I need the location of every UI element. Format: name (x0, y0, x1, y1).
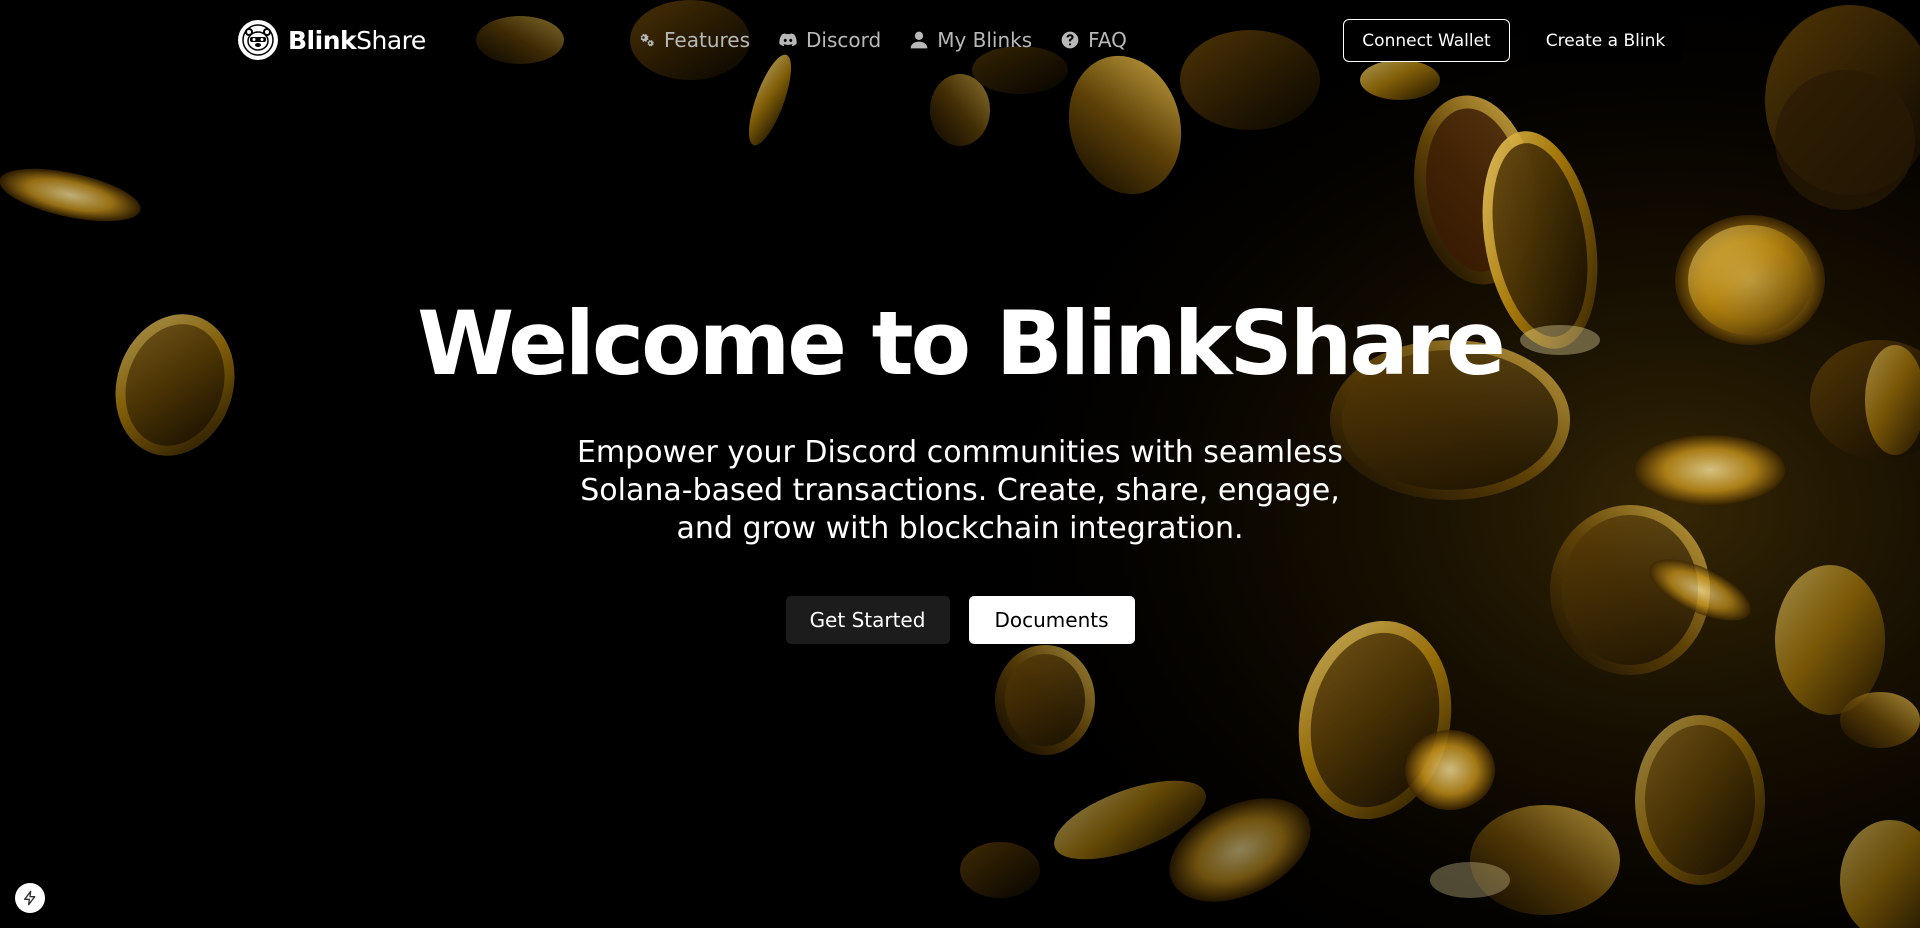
nav-item-features[interactable]: Features (636, 28, 750, 52)
nav-links: Features Discord My Blinks FAQ (636, 24, 1127, 56)
gears-icon (640, 33, 654, 47)
navbar: BlinkShare Features Discord My Blinks FA… (0, 0, 1920, 80)
hero-subtitle: Empower your Discord communities with se… (576, 435, 1344, 546)
brand-name-regular: Share (356, 25, 426, 55)
nav-item-label: FAQ (1088, 28, 1127, 52)
nav-item-label: Features (664, 28, 750, 52)
nav-item-my-blinks[interactable]: My Blinks (909, 28, 1032, 52)
hero-section: Welcome to BlinkShare Empower your Disco… (0, 300, 1920, 644)
create-blink-button[interactable]: Create a Blink (1529, 19, 1682, 62)
user-icon (910, 31, 928, 49)
brand-name-bold: Blink (288, 25, 357, 55)
question-circle-icon (1061, 31, 1079, 49)
nav-item-label: Discord (806, 28, 882, 52)
discord-icon (779, 33, 797, 47)
get-started-button[interactable]: Get Started (785, 596, 950, 644)
hero-actions: Get Started Documents (785, 596, 1135, 644)
nav-item-label: My Blinks (937, 28, 1033, 52)
page: BlinkShare Features Discord My Blinks FA… (0, 0, 1920, 928)
nav-item-faq[interactable]: FAQ (1060, 28, 1127, 52)
brand-name: BlinkShare (288, 26, 426, 55)
hero-title: Welcome to BlinkShare (417, 292, 1506, 395)
bear-face-icon (238, 20, 278, 60)
corner-badge[interactable] (15, 883, 45, 913)
lightning-icon (24, 890, 36, 906)
brand-link[interactable]: BlinkShare (238, 20, 426, 60)
documents-button[interactable]: Documents (968, 596, 1135, 644)
connect-wallet-button[interactable]: Connect Wallet (1343, 19, 1510, 62)
nav-item-discord[interactable]: Discord (778, 28, 881, 52)
